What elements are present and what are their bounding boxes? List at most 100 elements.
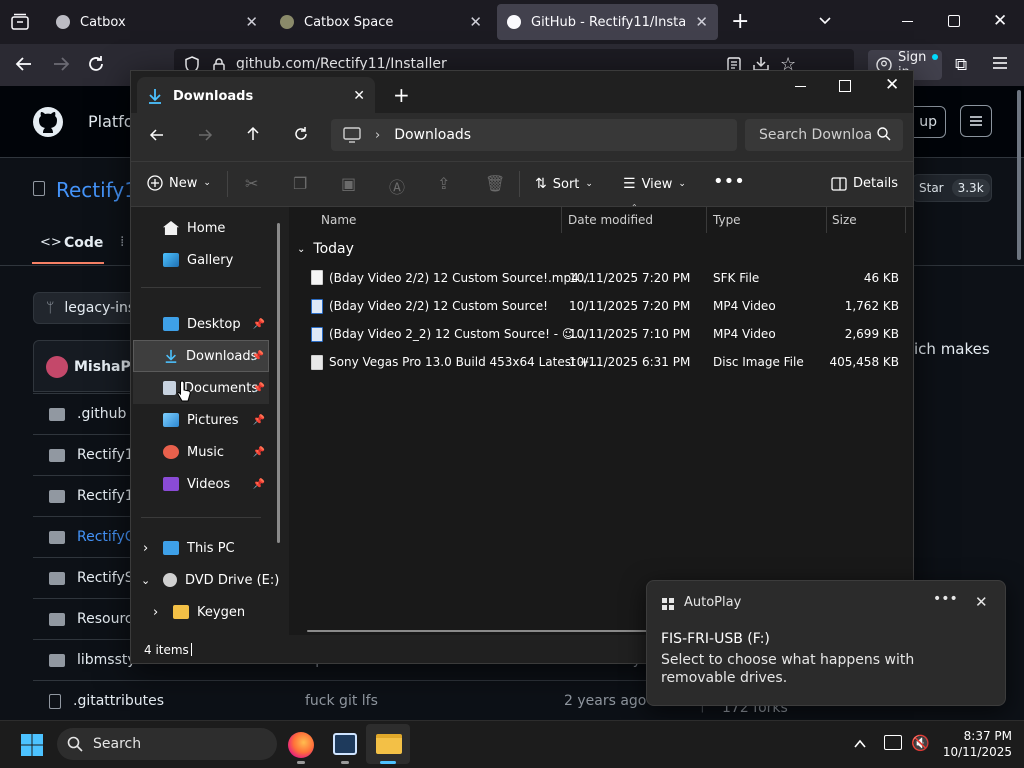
- nav-item-videos[interactable]: Videos 📌: [133, 468, 269, 500]
- up-icon[interactable]: [245, 126, 261, 142]
- browser-tab-catbox-space[interactable]: Catbox Space ✕: [270, 4, 492, 40]
- file-row[interactable]: (Bday Video 2/2) 12 Custom Source! 10/11…: [307, 292, 903, 320]
- folder-icon: [49, 653, 65, 667]
- close-tab-icon[interactable]: ✕: [245, 13, 258, 31]
- new-tab-icon[interactable]: +: [731, 9, 749, 34]
- nav-item-downloads[interactable]: Downloads 📌: [133, 340, 269, 372]
- explorer-tab-downloads[interactable]: Downloads ✕: [137, 77, 375, 115]
- file-name[interactable]: .github: [77, 406, 126, 422]
- horizontal-scrollbar[interactable]: [307, 630, 647, 632]
- window-minimize-icon[interactable]: [795, 86, 806, 87]
- tab-overflow-chevron-icon[interactable]: [817, 12, 833, 28]
- hamburger-menu-icon[interactable]: [992, 56, 1008, 70]
- author-avatar[interactable]: [46, 356, 68, 378]
- window-close-icon[interactable]: ✕: [885, 75, 899, 95]
- network-icon[interactable]: [884, 735, 902, 750]
- pin-icon[interactable]: 📌: [252, 351, 264, 362]
- more-options-icon[interactable]: •••: [713, 171, 745, 192]
- file-row[interactable]: .gitattributes fuck git lfs 2 years ago: [33, 680, 673, 721]
- tab-code[interactable]: Code: [64, 235, 103, 251]
- commit-message[interactable]: fuck git lfs: [305, 693, 378, 709]
- nav-pane-scrollbar[interactable]: [277, 223, 280, 543]
- file-row[interactable]: Sony Vegas Pro 13.0 Build 453x64 Latest …: [307, 348, 903, 376]
- chevron-up-icon[interactable]: [853, 737, 867, 751]
- extensions-puzzle-icon[interactable]: ⧉: [955, 55, 967, 75]
- cut-icon: ✂: [245, 174, 259, 193]
- copy-icon: ❐: [293, 174, 308, 193]
- paste-icon: ▣: [341, 174, 357, 193]
- media-player-taskbar-icon[interactable]: [333, 733, 357, 755]
- chevron-down-icon[interactable]: ⌄: [141, 574, 150, 587]
- new-tab-icon[interactable]: +: [393, 83, 410, 107]
- file-row[interactable]: (Bday Video 2/2) 12 Custom Source!.mp4..…: [307, 264, 903, 292]
- details-button[interactable]: Details: [831, 176, 898, 191]
- home-icon: [163, 221, 179, 235]
- page-scrollbar[interactable]: [1017, 90, 1021, 260]
- close-tab-icon[interactable]: ✕: [469, 13, 482, 31]
- column-header-name[interactable]: Name: [321, 213, 356, 227]
- breadcrumb[interactable]: › Downloads: [331, 119, 737, 151]
- nav-item-music[interactable]: Music 📌: [133, 436, 269, 468]
- firefox-taskbar-icon[interactable]: [288, 732, 314, 758]
- star-button[interactable]: Star 3.3k: [912, 174, 992, 202]
- folder-icon: [173, 605, 189, 619]
- clock[interactable]: 8:37 PM 10/11/2025: [940, 728, 1012, 760]
- pin-icon[interactable]: 📌: [253, 383, 265, 394]
- search-box[interactable]: Search Downloa: [745, 119, 903, 151]
- column-header-type[interactable]: Type: [713, 213, 741, 227]
- window-maximize-icon[interactable]: [948, 15, 960, 27]
- start-windows-icon[interactable]: [20, 733, 44, 757]
- taskbar-search-box[interactable]: Search: [57, 728, 277, 760]
- pin-icon[interactable]: 📌: [253, 319, 265, 330]
- new-button[interactable]: New ⌄: [147, 175, 211, 191]
- close-tab-icon[interactable]: ✕: [353, 88, 365, 104]
- column-header-date[interactable]: Date modified: [568, 213, 653, 227]
- close-tab-icon[interactable]: ✕: [695, 13, 708, 31]
- column-separator[interactable]: [706, 207, 707, 233]
- chevron-right-icon[interactable]: ›: [153, 605, 158, 620]
- reload-icon[interactable]: [86, 54, 106, 74]
- nav-item-dvd-drive[interactable]: ⌄ DVD Drive (E:) Sc: [133, 564, 283, 596]
- nav-item-this-pc[interactable]: › This PC: [133, 532, 269, 564]
- file-row[interactable]: (Bday Video 2_2) 12 Custom Source! - ☺..…: [307, 320, 903, 348]
- view-button[interactable]: ☰ View ⌄: [623, 176, 686, 192]
- back-icon[interactable]: [14, 54, 34, 74]
- autoplay-notification[interactable]: AutoPlay ••• ✕ FIS-FRI-USB (F:) Select t…: [646, 580, 1006, 706]
- browser-tab-catbox[interactable]: Catbox ✕: [46, 4, 268, 40]
- column-separator[interactable]: [905, 207, 906, 233]
- github-menu-icon[interactable]: [960, 105, 992, 137]
- pin-icon[interactable]: 📌: [253, 479, 265, 490]
- chevron-right-icon[interactable]: ›: [143, 541, 148, 556]
- nav-item-pictures[interactable]: Pictures 📌: [133, 404, 269, 436]
- search-input[interactable]: Search Downloa: [759, 127, 872, 143]
- column-separator[interactable]: [826, 207, 827, 233]
- nav-item-home[interactable]: Home: [133, 212, 269, 244]
- column-separator[interactable]: [561, 207, 562, 233]
- refresh-icon[interactable]: [293, 126, 309, 142]
- column-header-size[interactable]: Size: [832, 213, 857, 227]
- pin-icon[interactable]: 📌: [253, 415, 265, 426]
- nav-item-gallery[interactable]: Gallery: [133, 244, 269, 276]
- breadcrumb-item[interactable]: Downloads: [394, 127, 471, 143]
- nav-item-documents[interactable]: Documents 📌: [133, 372, 269, 404]
- github-logo-icon[interactable]: [32, 106, 64, 138]
- nav-item-keygen[interactable]: › Keygen: [133, 596, 269, 628]
- chevron-right-icon[interactable]: ›: [375, 128, 380, 143]
- platform-nav-item[interactable]: Platfo: [88, 112, 134, 131]
- close-icon[interactable]: ✕: [975, 593, 988, 611]
- nav-item-desktop[interactable]: Desktop 📌: [133, 308, 269, 340]
- more-options-icon[interactable]: •••: [933, 591, 958, 607]
- file-name[interactable]: .gitattributes: [73, 693, 164, 709]
- search-icon[interactable]: [877, 127, 891, 141]
- window-close-icon[interactable]: ✕: [993, 11, 1007, 31]
- sort-button[interactable]: ⇅ Sort ⌄: [535, 176, 593, 192]
- group-header[interactable]: ⌄ Today: [297, 241, 354, 257]
- pin-icon[interactable]: 📌: [253, 447, 265, 458]
- monitor-icon[interactable]: [343, 127, 361, 143]
- browser-tab-github[interactable]: GitHub - Rectify11/Installer: A W ✕: [497, 4, 718, 40]
- tab-list-icon[interactable]: [10, 12, 30, 32]
- volume-muted-icon[interactable]: 🔇: [911, 734, 930, 752]
- window-maximize-icon[interactable]: [839, 80, 851, 92]
- window-minimize-icon[interactable]: [902, 21, 913, 22]
- back-icon[interactable]: [149, 127, 165, 143]
